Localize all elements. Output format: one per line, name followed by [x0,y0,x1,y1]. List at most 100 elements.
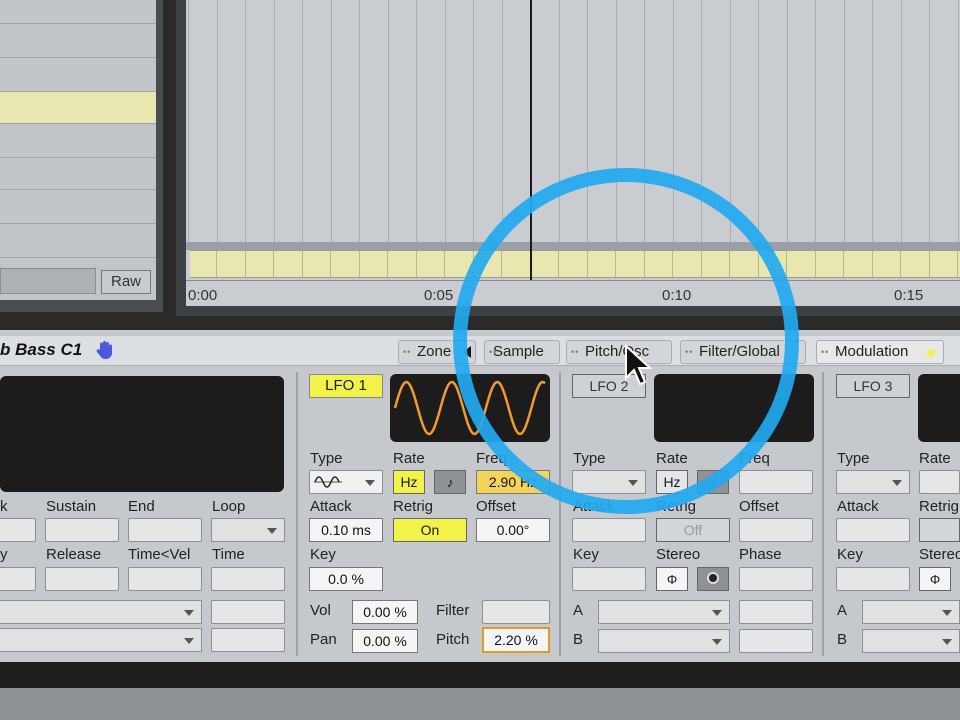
lfo3-retrig-toggle[interactable] [919,518,960,542]
env-amount-2[interactable] [211,628,285,652]
lfo3-attack-field[interactable] [836,518,910,542]
raw-button[interactable]: Raw [101,270,151,294]
lfo2-offset-label: Offset [739,498,779,515]
lfo3-retrig-label: Retrig [919,498,960,515]
lfo1-rate-hz-button[interactable]: Hz [393,470,425,494]
lfo2-a-amount[interactable] [739,600,813,624]
lfo2-retrig-toggle[interactable]: Off [656,518,730,542]
env-time-field[interactable] [211,567,285,591]
env-label-sustain: Sustain [46,498,97,515]
tab-zone-label: Zone [417,343,452,360]
lfo1-pan-value[interactable]: 0.00 % [352,629,418,653]
clip-row[interactable] [0,58,156,92]
section-divider [822,372,824,656]
sine-wave-icon [314,476,342,488]
clip-row[interactable] [0,124,156,158]
lfo2-stereo-spin-button[interactable] [697,567,729,591]
lfo1-pan-label: Pan [310,631,337,648]
clip-row[interactable] [0,0,156,24]
env-label-time-vel: Time<Vel [128,546,191,563]
lfo1-vol-value[interactable]: 0.00 % [352,600,418,624]
lfo3-a-dropdown[interactable] [862,600,960,624]
tab-modulation[interactable]: Modulation [816,340,944,364]
clip-row-selected[interactable] [0,92,156,124]
env-label-loop: Loop [212,498,246,515]
phase-icon: Φ [929,572,941,587]
env-loop-dropdown[interactable] [211,518,285,542]
clip-strip-tick [359,251,360,277]
lfo3-key-field[interactable] [836,567,910,591]
lfo1-offset-value[interactable]: 0.00° [476,518,550,542]
clip-strip-tick [900,251,901,277]
lfo3-key-label: Key [837,546,863,563]
clip-strip-tick [444,251,445,277]
lfo2-b-dropdown[interactable] [598,629,730,653]
lfo2-key-field[interactable] [572,567,646,591]
lfo2-stereo-label: Stereo [656,546,701,563]
grid-line [188,0,189,242]
lfo1-pitch-value[interactable]: 2.20 % [482,627,550,653]
env-field[interactable] [0,567,36,591]
lfo2-a-label: A [573,602,584,619]
lfo2-stereo-phase-button[interactable]: Φ [656,567,688,591]
device-name[interactable]: b Bass C1 [0,340,82,360]
grid-line [473,0,474,242]
grid-line [245,0,246,242]
lfo1-type-dropdown[interactable] [309,470,383,494]
lfo1-retrig-toggle[interactable]: On [393,518,467,542]
lfo3-attack-label: Attack [837,498,879,515]
lfo2-phase-label: Phase [739,546,782,563]
lfo3-toggle[interactable]: LFO 3 [836,374,910,398]
env-label-release: Release [46,546,102,563]
lfo1-rate-sync-button[interactable]: ♪ [434,470,466,494]
grid-line [359,0,360,242]
env-time-vel-field[interactable] [128,567,202,591]
lfo2-b-amount[interactable] [739,629,813,653]
env-field[interactable] [0,518,36,542]
lfo1-filter-field[interactable] [482,600,550,624]
lfo1-attack-value[interactable]: 0.10 ms [309,518,383,542]
grid-line [331,0,332,242]
lfo3-b-dropdown[interactable] [862,629,960,653]
clip-row[interactable] [0,224,156,258]
grid-line [388,0,389,242]
lfo1-toggle[interactable]: LFO 1 [309,374,383,398]
lfo2-attack-field[interactable] [572,518,646,542]
env-label-k: k [0,498,8,515]
env-release-field[interactable] [45,567,119,591]
lfo1-key-value[interactable]: 0.0 % [309,567,383,591]
lfo3-type-dropdown[interactable] [836,470,910,494]
clip-strip-tick [416,251,417,277]
env-amount-1[interactable] [211,600,285,624]
highlight-ring [453,168,799,514]
lfo2-phase-field[interactable] [739,567,813,591]
lfo3-rate-label: Rate [919,450,951,467]
lfo1-retrig-label: Retrig [393,498,434,515]
grid-line [502,0,503,242]
lfo2-b-label: B [573,631,584,648]
clip-list: Raw [0,0,156,300]
env-source-dropdown-2[interactable] [0,628,202,652]
clip-row[interactable] [0,158,156,190]
lfo2-offset-field[interactable] [739,518,813,542]
lfo3-stereo-label: Stereo [919,546,960,563]
clip-strip-tick [929,251,930,277]
clip-field[interactable] [0,268,96,294]
grid-line [929,0,930,242]
lfo2-freq-field[interactable] [739,470,813,494]
clip-strip-tick [245,251,246,277]
env-end-field[interactable] [128,518,202,542]
clip-row[interactable] [0,190,156,224]
lfo3-rate-button[interactable] [919,470,960,494]
clip-strip-tick [843,251,844,277]
grid-line [872,0,873,242]
grid-line [901,0,902,242]
env-source-dropdown-1[interactable] [0,600,202,624]
envelope-display[interactable] [0,376,284,492]
bottom-bar [0,662,960,688]
clip-row[interactable] [0,24,156,58]
lfo2-a-dropdown[interactable] [598,600,730,624]
lfo3-stereo-phase-button[interactable]: Φ [919,567,951,591]
grid-line [302,0,303,242]
env-sustain-field[interactable] [45,518,119,542]
